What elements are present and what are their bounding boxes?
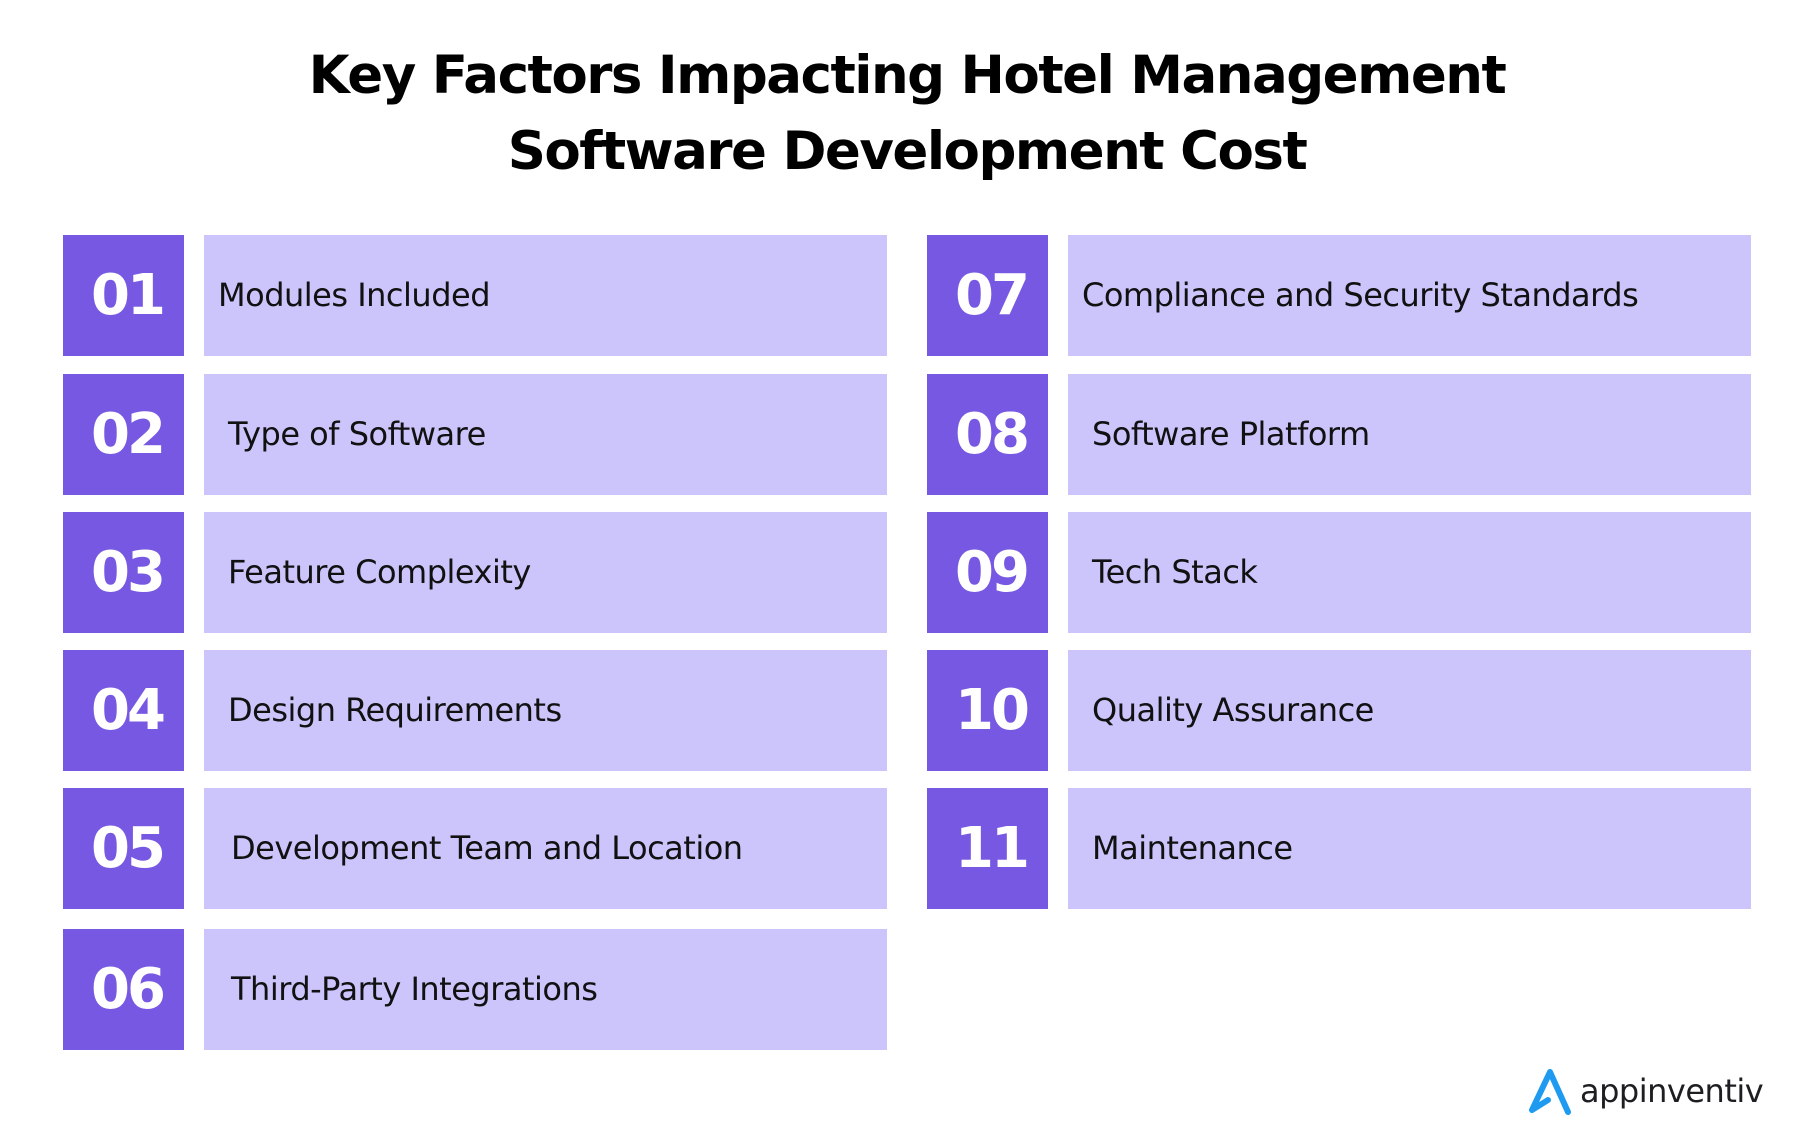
- factor-label: Development Team and Location: [204, 788, 887, 909]
- factor-number: 01: [63, 235, 184, 356]
- factor-label: Type of Software: [204, 374, 887, 495]
- logo-text: appinventiv: [1580, 1072, 1764, 1110]
- factor-number: 06: [63, 929, 184, 1050]
- factor-number: 05: [63, 788, 184, 909]
- factor-number: 11: [927, 788, 1048, 909]
- factor-number: 02: [63, 374, 184, 495]
- factor-label: Tech Stack: [1068, 512, 1751, 633]
- factor-label: Compliance and Security Standards: [1068, 235, 1751, 356]
- factor-label: Quality Assurance: [1068, 650, 1751, 771]
- factor-number: 03: [63, 512, 184, 633]
- page-title: Key Factors Impacting Hotel Management S…: [0, 38, 1814, 190]
- brand-logo: appinventiv: [1526, 1064, 1764, 1118]
- factor-number: 10: [927, 650, 1048, 771]
- factor-number: 07: [927, 235, 1048, 356]
- factor-label: Third-Party Integrations: [204, 929, 887, 1050]
- factor-label: Feature Complexity: [204, 512, 887, 633]
- factor-number: 08: [927, 374, 1048, 495]
- factor-number: 09: [927, 512, 1048, 633]
- title-line-2: Software Development Cost: [507, 121, 1308, 182]
- appinventiv-a-icon: [1529, 1069, 1571, 1115]
- factor-label: Design Requirements: [204, 650, 887, 771]
- factor-label: Maintenance: [1068, 788, 1751, 909]
- factor-label: Modules Included: [204, 235, 887, 356]
- title-line-1: Key Factors Impacting Hotel Management: [308, 45, 1507, 106]
- factor-label: Software Platform: [1068, 374, 1751, 495]
- factor-number: 04: [63, 650, 184, 771]
